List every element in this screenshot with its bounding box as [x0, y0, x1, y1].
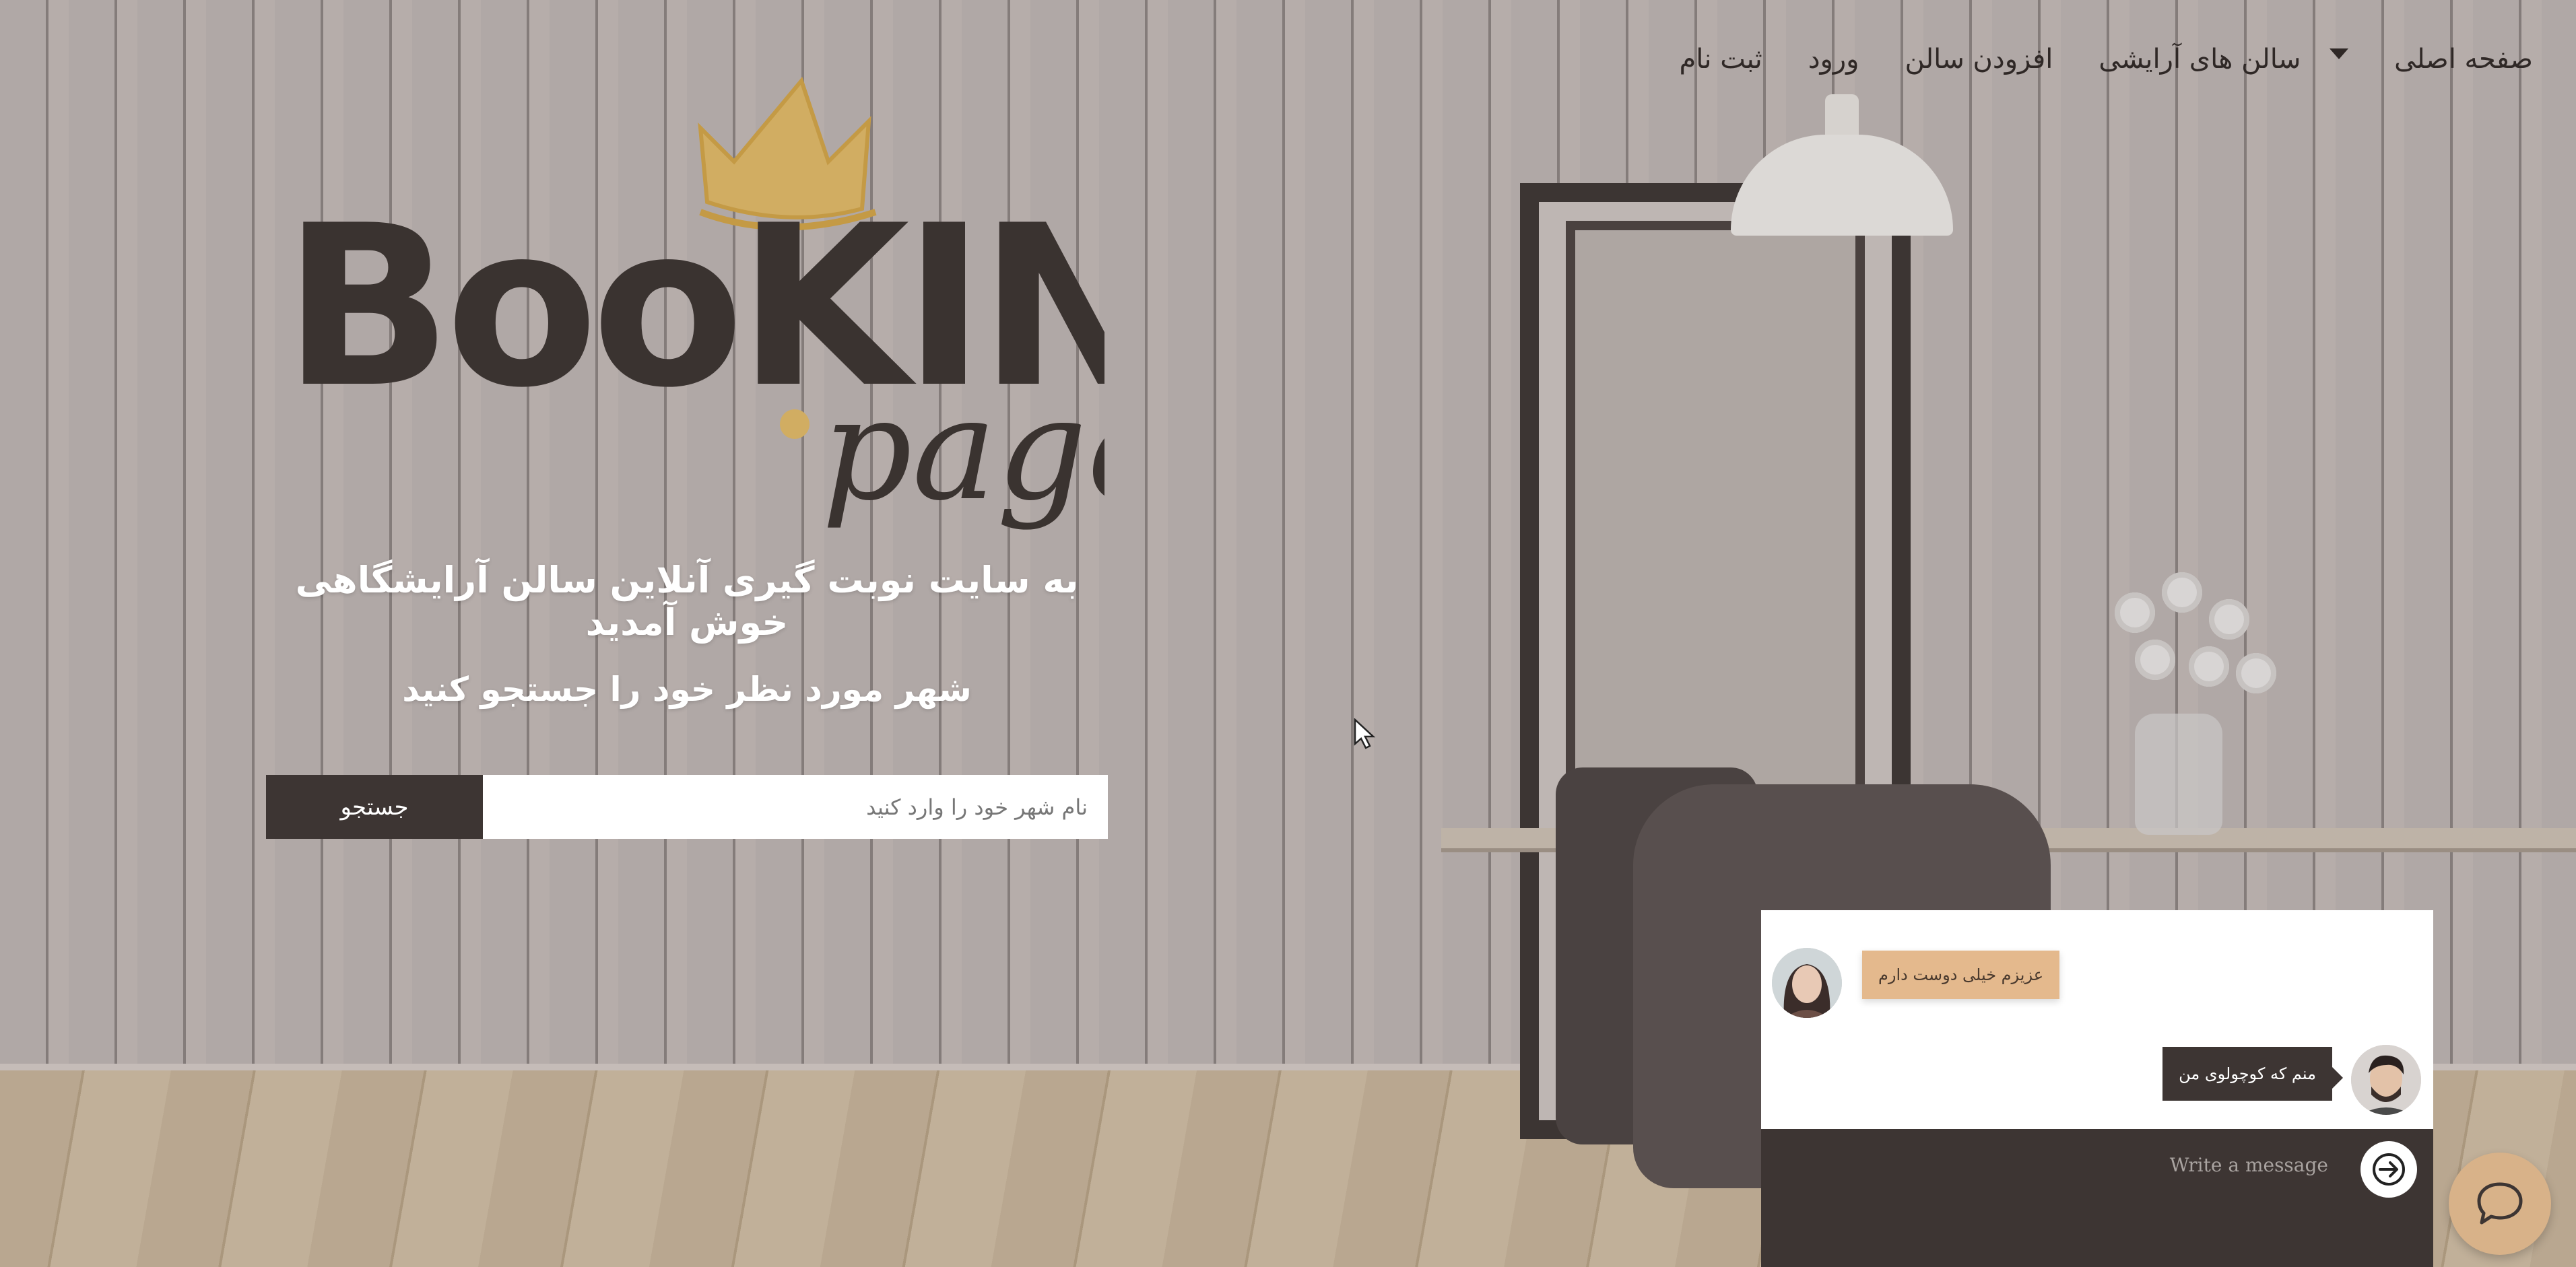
city-search-form: جستجو	[266, 775, 1108, 839]
nav-signup[interactable]: ثبت نام	[1656, 42, 1785, 77]
chat-widget: عزیزم خیلی دوست دارم منم که کوچولوی من	[1761, 910, 2433, 1267]
chat-message-outgoing: منم که کوچولوی من	[2162, 1047, 2343, 1101]
nav-home[interactable]: صفحه اصلی	[2371, 42, 2556, 77]
chat-toggle-button[interactable]	[2449, 1153, 2551, 1255]
city-search-input[interactable]	[483, 775, 1108, 839]
logo-dot	[780, 409, 810, 439]
nav-login[interactable]: ورود	[1785, 42, 1882, 77]
logo-graphic: BooKING page	[283, 76, 1341, 532]
chat-input-bar	[1761, 1129, 2433, 1267]
search-button[interactable]: جستجو	[266, 775, 483, 839]
chat-message-incoming: عزیزم خیلی دوست دارم	[1862, 951, 2060, 999]
nav-salons-label: سالن های آرایشی	[2099, 44, 2301, 75]
hero-subhead: شهر مورد نظر خود را جستجو کنید	[402, 670, 972, 709]
svg-text:page: page	[822, 367, 1104, 532]
nav-add-salon[interactable]: افزودن سالن	[1882, 42, 2076, 77]
nav-salons-dropdown[interactable]: سالن های آرایشی	[2076, 42, 2371, 77]
chat-message-input[interactable]	[1802, 1144, 2330, 1186]
chat-bubble-icon	[2477, 1182, 2523, 1225]
caret-down-icon	[2330, 48, 2349, 59]
top-nav: صفحه اصلی سالن های آرایشی افزودن سالن ور…	[1656, 42, 2556, 77]
mouse-cursor-icon	[1354, 718, 1376, 749]
avatar-female	[1772, 948, 1842, 1018]
avatar-male	[2351, 1045, 2421, 1115]
arrow-right-icon	[2373, 1153, 2405, 1186]
hero-headline: به سایت نوبت گیری آنلاین سالن آرایشگاهی …	[295, 559, 1079, 644]
booking-page-logo: BooKING page	[269, 67, 1341, 539]
chat-messages: عزیزم خیلی دوست دارم منم که کوچولوی من	[1761, 910, 2433, 1129]
send-message-button[interactable]	[2360, 1141, 2417, 1198]
